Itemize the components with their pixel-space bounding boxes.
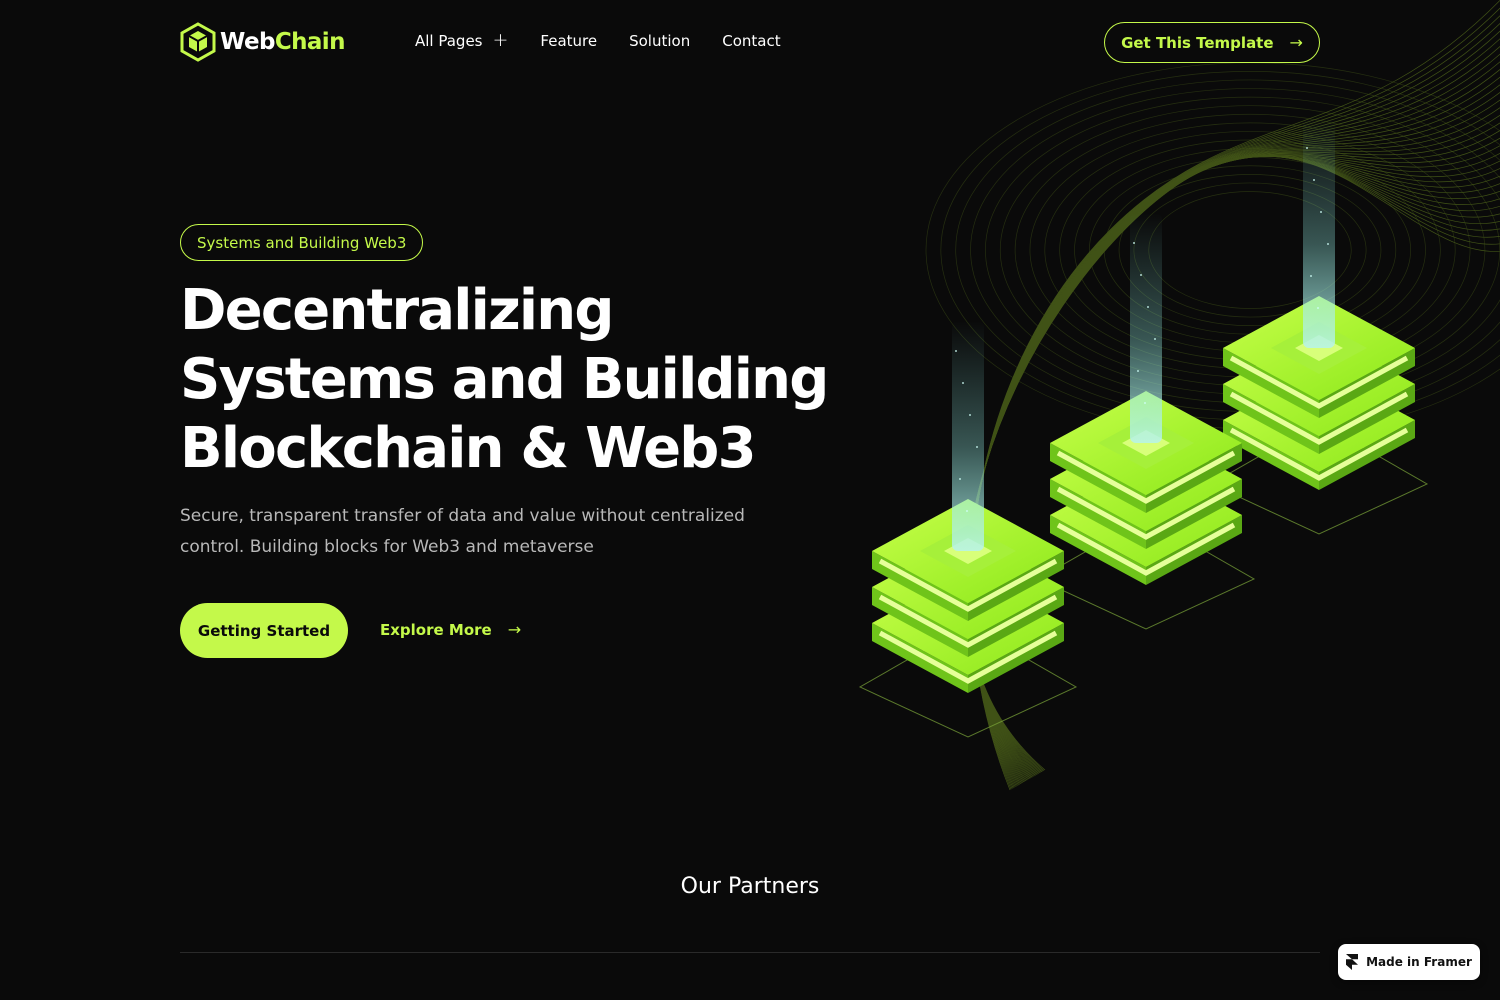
hero-title-line: Blockchain & Web3 (180, 416, 757, 481)
arrow-right-icon: → (507, 620, 522, 639)
wave-ring (1044, 131, 1456, 369)
partners-divider (180, 952, 1320, 953)
beam-spark (959, 478, 961, 480)
wave-ring (955, 79, 1500, 421)
beam-spark (1306, 147, 1308, 149)
framer-icon (1346, 954, 1359, 970)
main-nav: All Pages + Feature Solution Contact (415, 28, 781, 51)
explore-more-link[interactable]: Explore More → (380, 620, 521, 639)
wave-line (967, 155, 1500, 777)
nav-item-label: All Pages (415, 32, 483, 50)
wave-line (967, 155, 1500, 778)
beam-spark (976, 446, 978, 448)
beam-spark (1320, 211, 1322, 213)
light-beam (1303, 118, 1335, 348)
hero-title-line: Systems and Building (180, 347, 829, 412)
getting-started-button[interactable]: Getting Started (180, 603, 348, 658)
made-in-framer-badge[interactable]: Made in Framer (1338, 944, 1480, 980)
beam-spark (1310, 275, 1312, 277)
nav-item-contact[interactable]: Contact (722, 32, 780, 50)
wave-line (967, 155, 1500, 777)
hero-badge-label: Systems and Building Web3 (197, 233, 407, 252)
get-template-label: Get This Template (1121, 33, 1274, 52)
beam-spark (1144, 402, 1146, 404)
nav-item-label: Solution (629, 32, 691, 50)
site-header: WebChain All Pages + Feature Solution Co… (0, 0, 1500, 86)
beam-spark (1137, 370, 1139, 372)
nav-item-solution[interactable]: Solution (629, 32, 690, 50)
beam-spark (1154, 338, 1156, 340)
wave-ring (1059, 139, 1441, 361)
light-beam (1130, 213, 1162, 443)
nav-item-label: Feature (540, 32, 598, 50)
logo-text-chain: Chain (274, 29, 346, 55)
beam-spark (1317, 307, 1319, 309)
logo-text: WebChain (220, 29, 345, 55)
beam-spark (962, 382, 964, 384)
wave-line (967, 155, 1500, 776)
plus-icon: + (492, 28, 509, 51)
hero-badge: Systems and Building Web3 (180, 224, 424, 261)
hero-title: Decentralizing Systems and Building Bloc… (180, 276, 829, 483)
logo-text-web: Web (220, 29, 275, 55)
nav-item-label: Contact (722, 32, 781, 50)
arrow-right-icon: → (1289, 33, 1303, 52)
made-in-framer-label: Made in Framer (1366, 955, 1472, 969)
logo-icon (180, 22, 216, 62)
beam-spark (1140, 274, 1142, 276)
block-stack (858, 321, 1078, 738)
light-beam (952, 321, 984, 551)
get-template-button[interactable]: Get This Template → (1104, 22, 1320, 63)
beam-spark (1147, 306, 1149, 308)
landing-page: WebChain All Pages + Feature Solution Co… (0, 0, 1500, 1000)
hero-illustration (858, 0, 1500, 791)
beam-spark (1133, 242, 1135, 244)
wave-ring (1074, 148, 1426, 352)
hero-subtitle: Secure, transparent transfer of data and… (180, 506, 745, 557)
wave-ring (940, 71, 1500, 429)
beam-spark (955, 350, 957, 352)
nav-item-feature[interactable]: Feature (540, 32, 597, 50)
getting-started-label: Getting Started (197, 621, 331, 640)
nav-item-all-pages[interactable]: All Pages + (415, 28, 509, 51)
logo[interactable]: WebChain (180, 22, 345, 62)
wave-line (967, 156, 1500, 776)
beam-spark (966, 510, 968, 512)
beam-spark (1313, 179, 1315, 181)
beam-spark (1327, 243, 1329, 245)
hero-title-line: Decentralizing (180, 278, 614, 343)
beam-spark (969, 414, 971, 416)
explore-more-label: Explore More (380, 620, 492, 639)
partners-title: Our Partners (680, 874, 820, 899)
